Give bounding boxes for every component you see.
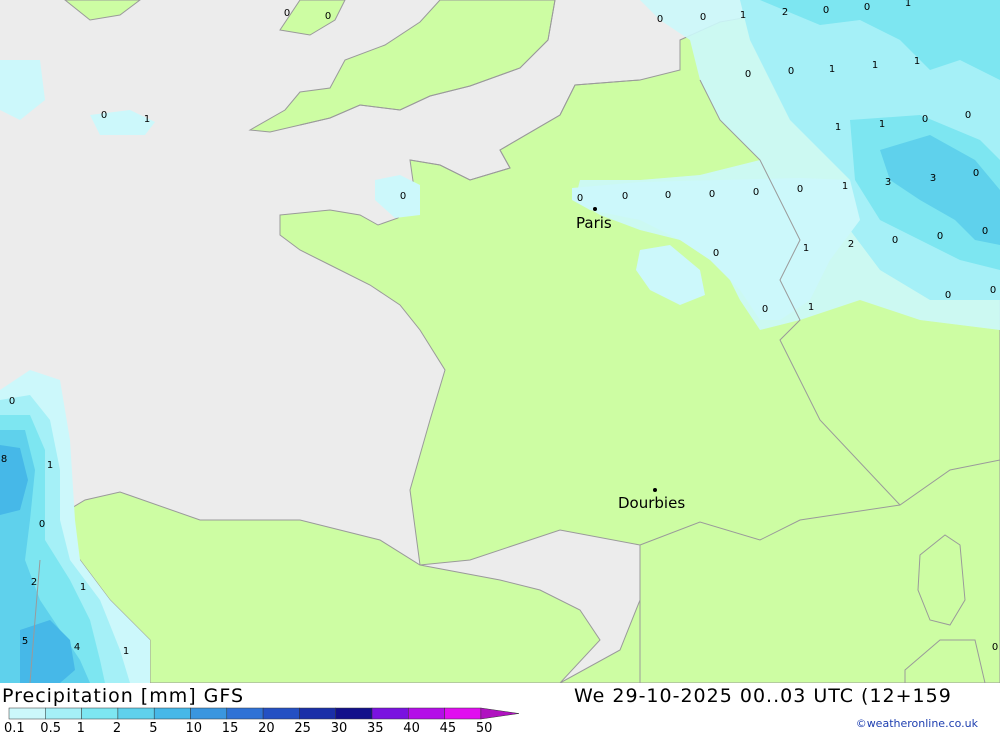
grid-value: 0 (101, 110, 107, 121)
city-label: Dourbies (618, 494, 685, 512)
scale-box (226, 707, 264, 720)
grid-value: 0 (922, 114, 928, 125)
scale-arrow (480, 707, 519, 720)
grid-value: 0 (622, 191, 628, 202)
scale-box (408, 707, 445, 720)
grid-value: 1 (872, 60, 878, 71)
grid-value: 1 (842, 181, 848, 192)
grid-value: 1 (803, 243, 809, 254)
city-dot (593, 207, 597, 211)
grid-value: 3 (930, 173, 936, 184)
grid-value: 1 (80, 582, 86, 593)
scale-box (299, 707, 336, 720)
scale-box (117, 707, 155, 720)
grid-value: 0 (709, 189, 715, 200)
grid-value: 0 (990, 285, 996, 296)
scale-label: 0.5 (40, 721, 61, 733)
grid-value: 0 (864, 2, 870, 13)
grid-value: 1 (914, 56, 920, 67)
credit-link[interactable]: ©weatheronline.co.uk (856, 717, 978, 730)
scale-box (444, 707, 482, 720)
scale-label: 2 (113, 721, 121, 733)
grid-value: 0 (965, 110, 971, 121)
grid-value: 0 (657, 14, 663, 25)
scale-box (262, 707, 300, 720)
city-label: Paris (576, 214, 612, 232)
grid-value: 4 (74, 642, 80, 653)
grid-value: 0 (713, 248, 719, 259)
grid-value: 0 (992, 642, 998, 653)
grid-value: 0 (745, 69, 751, 80)
scale-box (371, 707, 409, 720)
grid-value: 0 (665, 190, 671, 201)
scale-label: 30 (331, 721, 348, 733)
grid-value: 0 (753, 187, 759, 198)
grid-value: 0 (973, 168, 979, 179)
grid-value: 0 (892, 235, 898, 246)
grid-value: 0 (39, 519, 45, 530)
map-canvas: 0 0 0 0 1 2 0 0 1 0 0 1 1 1 0 1 1 1 0 0 0 0 0 0 0 0 0 1 3 3 0 0 1 2 0 0 0 0 1 0… (0, 0, 1000, 684)
scale-box (8, 707, 46, 720)
grid-value: 2 (31, 577, 37, 588)
grid-value: 1 (879, 119, 885, 130)
grid-value: 3 (885, 177, 891, 188)
scale-box (335, 707, 373, 720)
scale-label: 40 (403, 721, 420, 733)
grid-value: 2 (782, 7, 788, 18)
grid-value: 1 (144, 114, 150, 125)
scale-labels: 0.1 0.5 1 2 5 10 15 20 25 30 35 40 45 50 (4, 721, 492, 733)
scale-boxes (8, 707, 519, 720)
scale-label: 15 (222, 721, 239, 733)
grid-value: 8 (1, 454, 7, 465)
grid-value: 1 (47, 460, 53, 471)
grid-value: 1 (123, 646, 129, 657)
grid-value: 0 (700, 12, 706, 23)
grid-value: 0 (823, 5, 829, 16)
scale-box (190, 707, 228, 720)
grid-value: 0 (284, 8, 290, 19)
grid-value: 1 (740, 10, 746, 21)
grid-value: 0 (577, 193, 583, 204)
grid-value: 0 (788, 66, 794, 77)
grid-value: 1 (829, 64, 835, 75)
scale-label: 10 (186, 721, 203, 733)
color-scale: 0.1 0.5 1 2 5 10 15 20 25 30 35 40 45 50 (4, 707, 519, 733)
scale-box (153, 707, 191, 720)
footer: Precipitation [mm] GFS We 29-10-2025 00.… (0, 683, 1000, 733)
grid-value: 1 (905, 0, 911, 9)
grid-value: 2 (848, 239, 854, 250)
grid-value: 0 (325, 11, 331, 22)
grid-value: 0 (945, 290, 951, 301)
grid-value: 0 (400, 191, 406, 202)
scale-label: 45 (440, 721, 457, 733)
scale-label: 20 (258, 721, 275, 733)
grid-value: 0 (762, 304, 768, 315)
grid-value: 0 (797, 184, 803, 195)
scale-box (45, 707, 82, 720)
scale-label: 0.1 (4, 721, 25, 733)
scale-label: 25 (294, 721, 311, 733)
grid-value: 0 (9, 396, 15, 407)
scale-box (81, 707, 119, 720)
scale-label: 35 (367, 721, 384, 733)
grid-value: 0 (982, 226, 988, 237)
city-dot (653, 488, 657, 492)
grid-value: 0 (937, 231, 943, 242)
grid-value: 1 (808, 302, 814, 313)
scale-label: 1 (77, 721, 85, 733)
scale-label: 50 (476, 721, 493, 733)
scale-label: 5 (149, 721, 157, 733)
datetime-label: We 29-10-2025 00..03 UTC (12+159 (574, 685, 952, 707)
precipitation-map: 0 0 0 0 1 2 0 0 1 0 0 1 1 1 0 1 1 1 0 0 0 0 0 0 0 0 0 1 3 3 0 0 1 2 0 0 0 0 1 0… (0, 0, 1000, 684)
grid-value: 1 (835, 122, 841, 133)
grid-value: 5 (22, 636, 28, 647)
